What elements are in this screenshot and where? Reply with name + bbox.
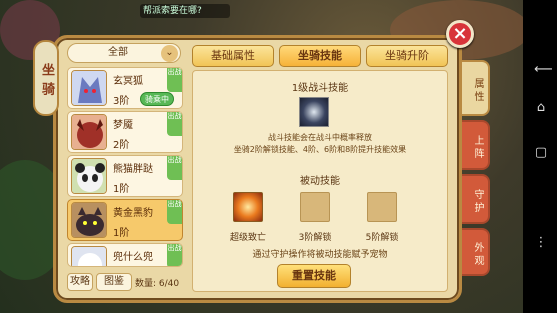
mount-list: 全部 ⌄ 玄冥狐 3阶 骑乘中 出战 梦魇 2阶 出战 熊猫胖跶 1阶 出战 黄… (67, 43, 184, 293)
passive-note: 通过守护操作将被动技能赋予宠物 (252, 250, 388, 260)
skill-desc-line1: 战斗技能会在战斗中概率释放 (268, 133, 372, 142)
passive-slot-label: 超级致亡 (229, 233, 266, 243)
passive-skill-slot-3[interactable] (367, 192, 397, 222)
mount-name: 梦魇 (113, 120, 133, 131)
mount-level: 1阶 (113, 184, 130, 195)
deploy-tag: 出战 (167, 156, 182, 180)
mount-name: 玄冥狐 (113, 76, 143, 87)
mount-name: 熊猫胖跶 (113, 164, 153, 175)
recent-apps-icon[interactable]: ▢ (534, 145, 548, 160)
mount-item[interactable]: 兜什么兜 出战 (67, 243, 183, 267)
list-footer: 攻略 图鉴 数量: 6/40 (67, 273, 184, 293)
guide-button[interactable]: 图鉴 (96, 273, 132, 291)
side-tab-attributes[interactable]: 属性 (462, 60, 490, 116)
mount-level: 3阶 (113, 96, 130, 107)
deploy-tag: 出战 (167, 244, 182, 266)
mount-avatar (71, 70, 107, 106)
mount-name: 兜什么兜 (113, 252, 153, 263)
strategy-button[interactable]: 攻略 (67, 273, 93, 291)
battle-skill-title: 1级战斗技能 (291, 83, 349, 94)
reset-skill-button[interactable]: 重置技能 (277, 264, 351, 288)
passive-skill-title: 被动技能 (300, 176, 340, 187)
side-tab-appearance[interactable]: 外观 (462, 228, 490, 276)
filter-dropdown[interactable]: 全部 ⌄ (67, 43, 181, 63)
home-icon[interactable]: ⌂ (534, 100, 548, 115)
mount-avatar (71, 202, 107, 238)
mount-avatar (71, 158, 107, 194)
mount-count: 数量: 6/40 (135, 279, 180, 289)
deploy-tag: 出战 (167, 200, 182, 224)
passive-slot-label: 3阶解锁 (298, 233, 332, 243)
mount-level: 1阶 (113, 228, 130, 239)
riding-badge: 骑乘中 (140, 92, 174, 106)
side-tab-guard[interactable]: 守护 (462, 174, 490, 224)
deploy-tag: 出战 (167, 112, 182, 136)
side-tab-deploy[interactable]: 上阵 (462, 120, 490, 170)
tab-mount-upgrade[interactable]: 坐骑升阶 (366, 45, 448, 67)
close-button[interactable]: × (446, 20, 474, 48)
mount-item[interactable]: 熊猫胖跶 1阶 出战 (67, 155, 183, 197)
battle-skill-icon[interactable] (299, 97, 329, 127)
mount-item[interactable]: 梦魇 2阶 出战 (67, 111, 183, 153)
mount-item-selected[interactable]: 黄金黑豹 1阶 出战 (67, 199, 183, 241)
chevron-down-icon[interactable]: ⌄ (161, 45, 178, 62)
deploy-tag: 出战 (167, 68, 182, 92)
passive-skill-slot-1[interactable] (233, 192, 263, 222)
skill-desc-line2: 坐骑2阶解锁技能、4阶、6阶和8阶提升技能效果 (233, 145, 407, 154)
mount-item[interactable]: 玄冥狐 3阶 骑乘中 出战 (67, 67, 183, 109)
panel-title: 坐骑 (33, 40, 59, 116)
skill-content: 1级战斗技能 战斗技能会在战斗中概率释放 坐骑2阶解锁技能、4阶、6阶和8阶提升… (192, 70, 448, 292)
menu-icon[interactable]: ⋮ (534, 235, 548, 250)
passive-skill-slot-2[interactable] (300, 192, 330, 222)
mount-avatar (71, 246, 107, 266)
tab-mount-skills[interactable]: 坐骑技能 (279, 45, 361, 67)
passive-slot-label: 5阶解锁 (365, 233, 399, 243)
mount-name: 黄金黑豹 (113, 208, 153, 219)
filter-value: 全部 (108, 47, 128, 58)
mount-level: 2阶 (113, 140, 130, 151)
chat-ticker: 帮派索要在哪? (140, 4, 230, 18)
mount-avatar (71, 114, 107, 150)
back-icon[interactable]: ⟵ (534, 62, 553, 77)
android-nav-bar: ⟵ ⌂ ▢ ⋮ (523, 0, 557, 313)
tab-basic-attributes[interactable]: 基础属性 (192, 45, 274, 67)
